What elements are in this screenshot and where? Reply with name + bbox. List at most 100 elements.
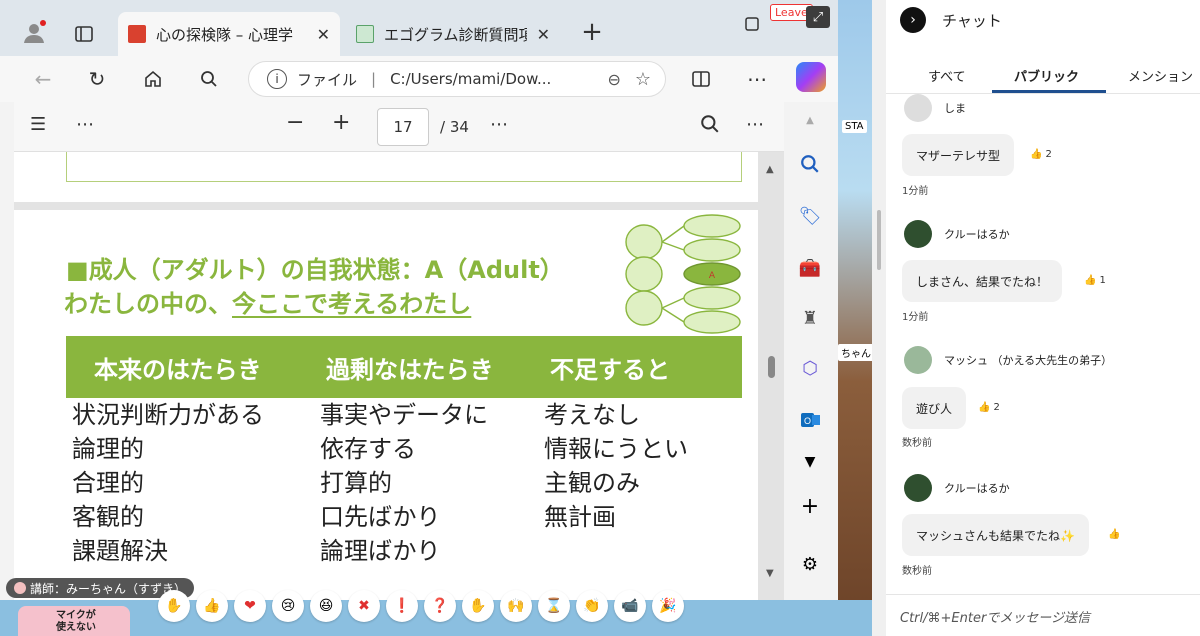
mic-status[interactable]: マイクが 使えない: [18, 606, 130, 636]
maximize-icon[interactable]: [738, 10, 766, 38]
scroll-up-icon[interactable]: ▲: [766, 164, 774, 175]
camera-reaction[interactable]: 📹: [614, 590, 646, 622]
pdf-search-icon[interactable]: [700, 114, 720, 139]
author-name: しま: [944, 102, 966, 115]
table-body: 状況判断力がある 論理的 合理的 客観的 課題解決 事実やデータに 依存する 打…: [66, 398, 742, 568]
pdf-overflow-icon[interactable]: ⋯: [746, 114, 764, 135]
message-bubble: マッシュさんも結果でたね✨: [902, 514, 1089, 556]
favorite-star-icon[interactable]: ☆: [635, 69, 651, 90]
zoom-plus-icon[interactable]: +: [332, 110, 350, 135]
clap-reaction[interactable]: 👏: [576, 590, 608, 622]
collapse-chat-icon[interactable]: ›: [900, 7, 926, 33]
table-cell: 口先ばかり: [320, 503, 441, 531]
tab-mentions[interactable]: メンション: [1128, 66, 1193, 85]
hourglass-reaction[interactable]: ⌛: [538, 590, 570, 622]
refresh-icon[interactable]: ↻: [82, 64, 112, 94]
pdf-more-icon[interactable]: ⋯: [76, 114, 94, 135]
zoom-out-icon[interactable]: ⊖: [607, 70, 620, 89]
new-tab-icon[interactable]: +: [578, 17, 606, 47]
profile-icon[interactable]: [20, 18, 48, 46]
avatar[interactable]: [904, 346, 932, 374]
like-number: 1: [1099, 275, 1106, 286]
like-count[interactable]: 👍 2: [1030, 149, 1052, 160]
reaction-bar: ✋ 👍 ❤ 😢 😆 ✖ ❗ ❓ ✋ 🙌 ⌛ 👏 📹 🎉: [158, 590, 684, 622]
avatar[interactable]: [904, 220, 932, 248]
add-sidebar-item-icon[interactable]: +: [796, 492, 824, 520]
heart-reaction[interactable]: ❤: [234, 590, 266, 622]
raise-hand-reaction[interactable]: ✋: [158, 590, 190, 622]
pdf-options-icon[interactable]: ⋯: [490, 114, 508, 135]
active-tab-indicator: [992, 90, 1106, 93]
chat-divider[interactable]: [872, 0, 886, 636]
tab-all[interactable]: すべて: [928, 66, 966, 85]
address-bar[interactable]: i ファイル | C:/Users/mami/Dow... ⊖ ☆: [248, 61, 666, 97]
tab-public[interactable]: パブリック: [1014, 66, 1079, 85]
scrollbar-thumb[interactable]: [768, 356, 775, 378]
sidebar-scroll-up-icon[interactable]: ▲: [796, 106, 824, 134]
scroll-down-icon[interactable]: ▼: [766, 568, 774, 579]
like-button[interactable]: 👍: [1108, 529, 1120, 540]
search-icon[interactable]: [194, 64, 224, 94]
table-cell: 無計画: [544, 503, 616, 531]
lecturer-avatar: [14, 582, 26, 594]
info-icon[interactable]: i: [267, 69, 287, 89]
outlook-icon[interactable]: O: [796, 406, 824, 434]
message-time: 1分前: [902, 312, 929, 323]
sidebar-expand-icon[interactable]: ▼: [796, 448, 824, 476]
split-screen-icon[interactable]: [686, 64, 716, 94]
pdf-page-previous: [14, 152, 758, 202]
m365-icon[interactable]: ⬡: [796, 354, 824, 382]
pdf-viewport[interactable]: ■成人（アダルト）の自我状態：A（Adult） わたしの中の、今ここで考えるわた…: [14, 152, 784, 600]
message-author: クルーはるか: [904, 220, 1010, 248]
shopping-tag-icon[interactable]: 🏷: [796, 202, 824, 230]
tab-close-icon[interactable]: ✕: [537, 25, 550, 44]
pdf-favicon-icon: [128, 25, 146, 43]
like-count[interactable]: 👍 2: [978, 402, 1000, 413]
page-total: / 34: [440, 118, 469, 136]
page-number-input[interactable]: 17: [377, 108, 429, 146]
tab-actions-icon[interactable]: [70, 20, 98, 48]
exclamation-reaction[interactable]: ❗: [386, 590, 418, 622]
avatar[interactable]: [904, 94, 932, 122]
cross-reaction[interactable]: ✖: [348, 590, 380, 622]
sidebar-settings-icon[interactable]: ⚙: [796, 550, 824, 578]
pdf-toolbar: ☰ ⋯ − + 17 / 34 ⋯ ⋯: [14, 102, 784, 152]
question-reaction[interactable]: ❓: [424, 590, 456, 622]
thumbs-up-reaction[interactable]: 👍: [196, 590, 228, 622]
avatar[interactable]: [904, 474, 932, 502]
tools-icon[interactable]: 🧰: [796, 254, 824, 282]
tab-egogram[interactable]: エゴグラム診断質問項 ✕: [346, 12, 560, 56]
chat-panel: › チャット すべて パブリック メンション しま マザーテレサ型 👍 2 1分前…: [886, 0, 1200, 636]
laugh-reaction[interactable]: 😆: [310, 590, 342, 622]
like-number: 2: [1045, 149, 1052, 160]
address-url[interactable]: C:/Users/mami/Dow...: [390, 70, 593, 88]
diagram-label-a: A: [709, 271, 716, 281]
address-separator: |: [371, 70, 377, 88]
copilot-icon[interactable]: [796, 62, 826, 92]
sidebar-search-icon[interactable]: [796, 150, 824, 178]
table-of-contents-icon[interactable]: ☰: [30, 114, 46, 135]
more-options-icon[interactable]: ⋯: [742, 64, 772, 94]
expand-icon[interactable]: ⤢: [806, 6, 830, 28]
hand-reaction[interactable]: ✋: [462, 590, 494, 622]
zoom-minus-icon[interactable]: −: [286, 110, 304, 135]
table-header-cell: 過剰なはたらき: [326, 355, 494, 384]
sad-reaction[interactable]: 😢: [272, 590, 304, 622]
chat-scrollbar-thumb[interactable]: [877, 210, 881, 270]
table-cell: 論理ばかり: [320, 537, 441, 565]
tab-close-icon[interactable]: ✕: [317, 25, 330, 44]
message-author: マッシュ （かえる大先生の弟子）: [904, 346, 1112, 374]
tab-pdf[interactable]: 心の探検隊 – 心理学 ✕: [118, 12, 340, 56]
chat-title: チャット: [942, 11, 1002, 30]
chat-message-input[interactable]: Ctrl/⌘+Enterでメッセージ送信: [886, 594, 1200, 636]
party-reaction[interactable]: 🎉: [652, 590, 684, 622]
chat-header: › チャット: [900, 4, 1002, 36]
table-cell: 客観的: [72, 503, 144, 531]
pdf-scrollbar[interactable]: ▲ ▼: [764, 160, 778, 590]
back-icon[interactable]: ←: [28, 64, 58, 94]
home-icon[interactable]: [138, 64, 168, 94]
celebrate-hands-reaction[interactable]: 🙌: [500, 590, 532, 622]
author-name: クルーはるか: [944, 482, 1010, 495]
like-count[interactable]: 👍 1: [1084, 275, 1106, 286]
games-icon[interactable]: ♜: [796, 304, 824, 332]
